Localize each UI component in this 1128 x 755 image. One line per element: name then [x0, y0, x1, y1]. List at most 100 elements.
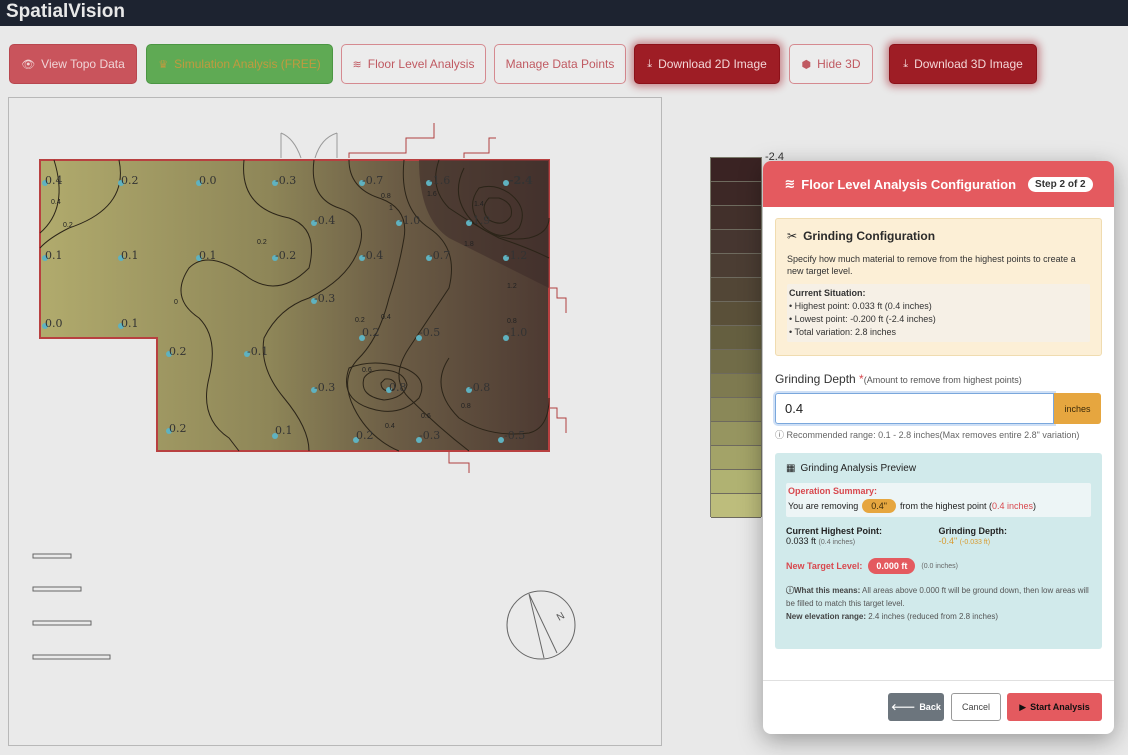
explanation: ⓘWhat this means: All areas above 0.000 … — [786, 584, 1091, 623]
grinding-config-title: Grinding Configuration — [803, 229, 936, 243]
colorbar-swatch — [711, 278, 761, 302]
point-label: 0.4 — [45, 174, 63, 187]
current-highest-small: (0.4 inches) — [818, 539, 856, 546]
point-label: 0.1 — [45, 249, 63, 262]
variation-prefix: • Total variation: — [789, 327, 856, 337]
situation-title: Current Situation: — [789, 288, 866, 298]
range-title: New elevation range: — [786, 612, 867, 621]
modal-header: ≋ Floor Level Analysis Configuration Ste… — [763, 161, 1114, 207]
point-label: 0.2 — [169, 422, 187, 435]
scale-bars — [32, 553, 111, 660]
download-2d-image-label: Download 2D Image — [658, 57, 767, 71]
start-analysis-button[interactable]: ▶ Start Analysis — [1007, 693, 1102, 721]
point-label: 0.2 — [169, 345, 187, 358]
colorbar-swatch — [711, 302, 761, 326]
point-label: -1.2 — [506, 249, 527, 262]
point-label: -0.5 — [419, 326, 440, 339]
hide-3d-button[interactable]: ⬢ Hide 3D — [789, 44, 873, 84]
grinding-depth-text: Grinding Depth — [775, 372, 860, 386]
colorbar-swatch — [711, 182, 761, 206]
back-label: Back — [919, 702, 941, 712]
simulation-analysis-button[interactable]: ♛ Simulation Analysis (FREE) — [146, 44, 333, 84]
current-situation: Current Situation: • Highest point: 0.03… — [787, 284, 1090, 342]
point-label: -2.4 — [509, 174, 533, 187]
recommended-range-hint: ⓘ Recommended range: 0.1 - 2.8 inches(Ma… — [775, 428, 1102, 441]
current-highest-label: Current Highest Point: — [786, 526, 882, 536]
removing-middle: from the highest point ( — [899, 501, 992, 511]
contour-label: 0.6 — [421, 413, 431, 420]
grinding-depth-preview-label: Grinding Depth: — [938, 526, 1008, 536]
floor-level-analysis-button[interactable]: ≋ Floor Level Analysis — [341, 44, 486, 84]
point-label: -0.2 — [275, 249, 296, 262]
point-label: 0.0 — [199, 174, 217, 187]
info-icon: ⓘ — [775, 430, 787, 440]
highest-suffix: (0.4 inches) — [882, 301, 932, 311]
contour-label: 1.2 — [507, 283, 517, 290]
grinding-description: Specify how much material to remove from… — [787, 254, 1076, 276]
manage-data-points-button[interactable]: Manage Data Points — [494, 44, 626, 84]
lowest-prefix: • Lowest point: — [789, 314, 851, 324]
new-target-label: New Target Level: — [786, 561, 863, 571]
contour-label: 1.8 — [464, 241, 474, 248]
lowest-value: -0.200 ft — [850, 314, 884, 324]
grinding-config-card: ✂ Grinding Configuration Specify how much… — [775, 218, 1102, 356]
topo-map-svg: 0.4 0.2 0.0 -0.3 -0.7 -1.6 -2.4 -0.4 -1.… — [32, 123, 576, 660]
colorbar-swatch — [711, 326, 761, 350]
point-label: 0.0 — [45, 317, 63, 330]
contour-label: 0.8 — [461, 403, 471, 410]
manage-data-points-label: Manage Data Points — [505, 57, 615, 71]
point-label: 0.1 — [121, 317, 139, 330]
range-text: 2.4 inches (reduced from 2.8 inches) — [866, 612, 999, 621]
download-icon: ⤓ — [647, 57, 653, 70]
download-2d-image-button[interactable]: ⤓ Download 2D Image — [634, 44, 780, 84]
layers-icon: ≋ — [784, 176, 796, 191]
contour-label: 1.4 — [474, 201, 484, 208]
highest-prefix: • Highest point: — [789, 301, 853, 311]
contour-label: 0.2 — [63, 222, 73, 229]
point-label: -0.3 — [314, 381, 335, 394]
colorbar-swatch — [711, 422, 761, 446]
new-target-small: (0.0 inches) — [921, 562, 958, 570]
means-title: What this means: — [794, 586, 861, 595]
grinding-preview-card: ▦ Grinding Analysis Preview Operation Sum… — [775, 453, 1102, 649]
contour-label: 0.6 — [362, 367, 372, 374]
simulation-analysis-label: Simulation Analysis (FREE) — [174, 57, 321, 71]
colorbar-swatch — [711, 254, 761, 278]
grinding-depth-preview-value: -0.4" — [938, 536, 958, 546]
topo-map-canvas[interactable]: 0.4 0.2 0.0 -0.3 -0.7 -1.6 -2.4 -0.4 -1.… — [8, 97, 662, 746]
view-topo-data-button[interactable]: 👁 View Topo Data — [9, 44, 137, 84]
summary-title: Operation Summary: — [788, 486, 878, 496]
colorbar-swatch — [711, 374, 761, 398]
download-3d-image-button[interactable]: ⤓ Download 3D Image — [889, 44, 1037, 84]
arrow-left-icon: 🡐 — [891, 701, 916, 712]
point-label: -0.4 — [362, 249, 383, 262]
unit-label: inches — [1054, 393, 1101, 424]
layers-icon: ≋ — [352, 58, 362, 71]
new-target-level: New Target Level: 0.000 ft (0.0 inches) — [786, 558, 1091, 574]
grinding-depth-input[interactable]: 0.4 — [775, 393, 1054, 424]
modal-footer: 🡐 Back Cancel ▶ Start Analysis — [763, 680, 1114, 734]
play-icon: ▶ — [1019, 701, 1027, 712]
back-button[interactable]: 🡐 Back — [888, 693, 944, 721]
hint-text: Recommended range: 0.1 - 2.8 inches(Max … — [786, 430, 1080, 440]
floor-level-analysis-label: Floor Level Analysis — [367, 57, 475, 71]
removing-red: 0.4 inches — [992, 501, 1034, 511]
removing-value-pill: 0.4" — [862, 499, 896, 513]
app-brand[interactable]: SpatialVision — [6, 1, 125, 23]
lowest-suffix: (-2.4 inches) — [883, 314, 936, 324]
modal-title: Floor Level Analysis Configuration — [801, 176, 1017, 192]
start-label: Start Analysis — [1030, 702, 1090, 712]
info-icon: ⓘ — [786, 586, 794, 595]
step-badge: Step 2 of 2 — [1028, 176, 1093, 192]
variation-value: 2.8 inches — [855, 327, 897, 337]
cube-icon: ⬢ — [801, 58, 812, 71]
removing-end: ) — [1033, 501, 1037, 511]
point-label: -0.5 — [504, 429, 525, 442]
contour-label: 0.4 — [385, 423, 395, 430]
highest-value: 0.033 ft — [852, 301, 883, 311]
point-label: -0.1 — [247, 345, 268, 358]
colorbar-swatch — [711, 446, 761, 470]
cancel-button[interactable]: Cancel — [951, 693, 1001, 721]
point-label: -1.6 — [429, 174, 450, 187]
point-label: -0.8 — [469, 381, 490, 394]
